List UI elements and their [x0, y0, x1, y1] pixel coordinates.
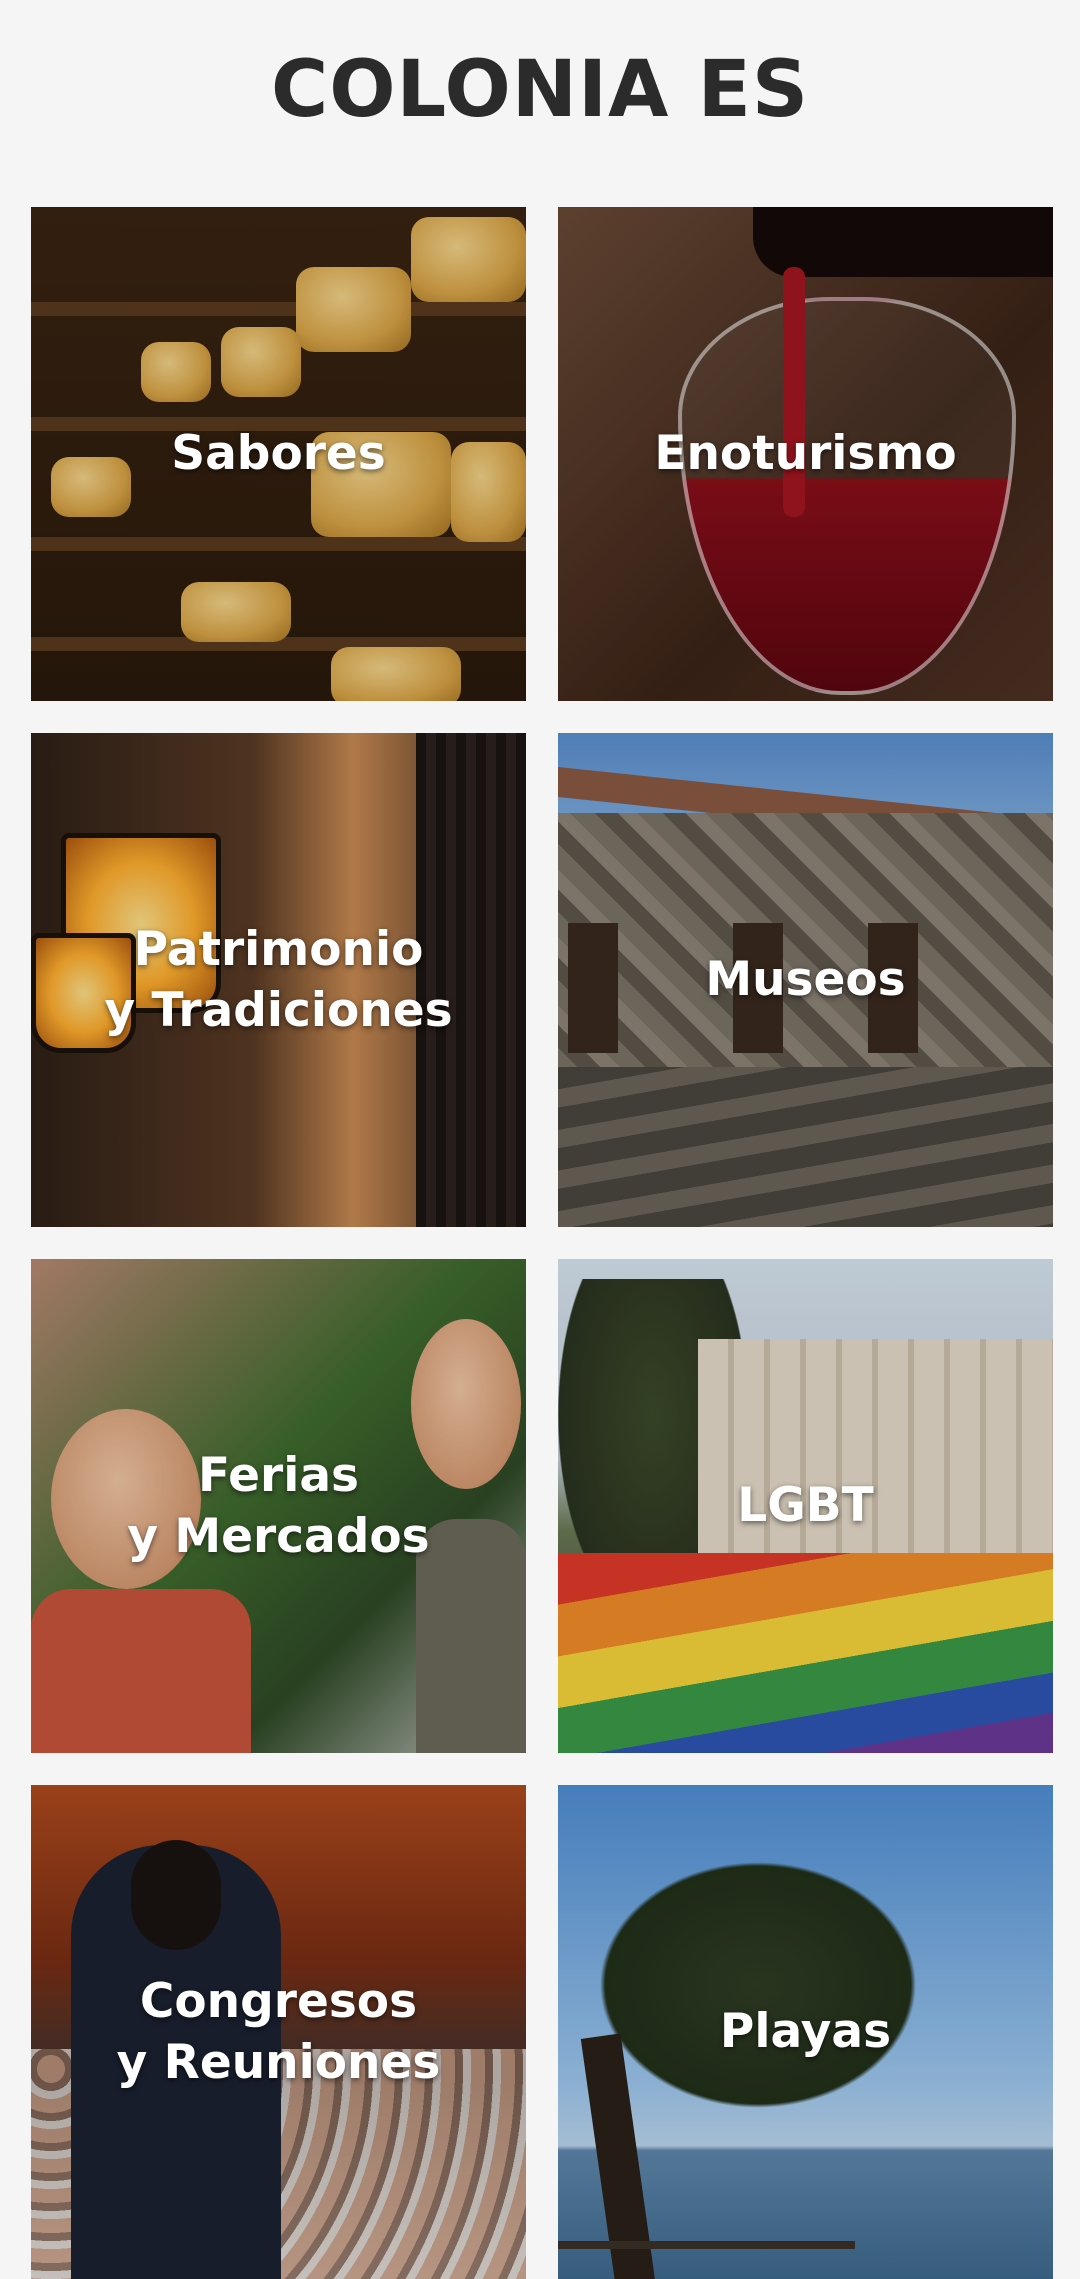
- tile-patrimonio-tradiciones[interactable]: Patrimonio y Tradiciones: [31, 733, 526, 1227]
- tile-label: Enoturismo: [654, 426, 957, 482]
- tile-playas[interactable]: Playas: [558, 1785, 1053, 2279]
- tile-museos[interactable]: Museos: [558, 733, 1053, 1227]
- tile-enoturismo[interactable]: Enoturismo: [558, 207, 1053, 701]
- tile-label: Congresos y Reuniones: [116, 1973, 441, 2090]
- tile-congresos-reuniones[interactable]: Congresos y Reuniones: [31, 1785, 526, 2279]
- tile-label: LGBT: [737, 1478, 874, 1534]
- tile-lgbt[interactable]: LGBT: [558, 1259, 1053, 1753]
- tile-sabores[interactable]: Sabores: [31, 207, 526, 701]
- tile-label: Museos: [705, 952, 906, 1008]
- tile-ferias-mercados[interactable]: Ferias y Mercados: [31, 1259, 526, 1753]
- tile-label: Patrimonio y Tradiciones: [104, 921, 453, 1038]
- tile-label: Sabores: [171, 426, 386, 482]
- page-title: COLONIA ES: [270, 45, 810, 135]
- category-grid: Sabores Enoturismo Patrimonio y Tradicio…: [31, 207, 1053, 2279]
- tile-label: Ferias y Mercados: [127, 1447, 430, 1564]
- tile-label: Playas: [719, 2004, 892, 2060]
